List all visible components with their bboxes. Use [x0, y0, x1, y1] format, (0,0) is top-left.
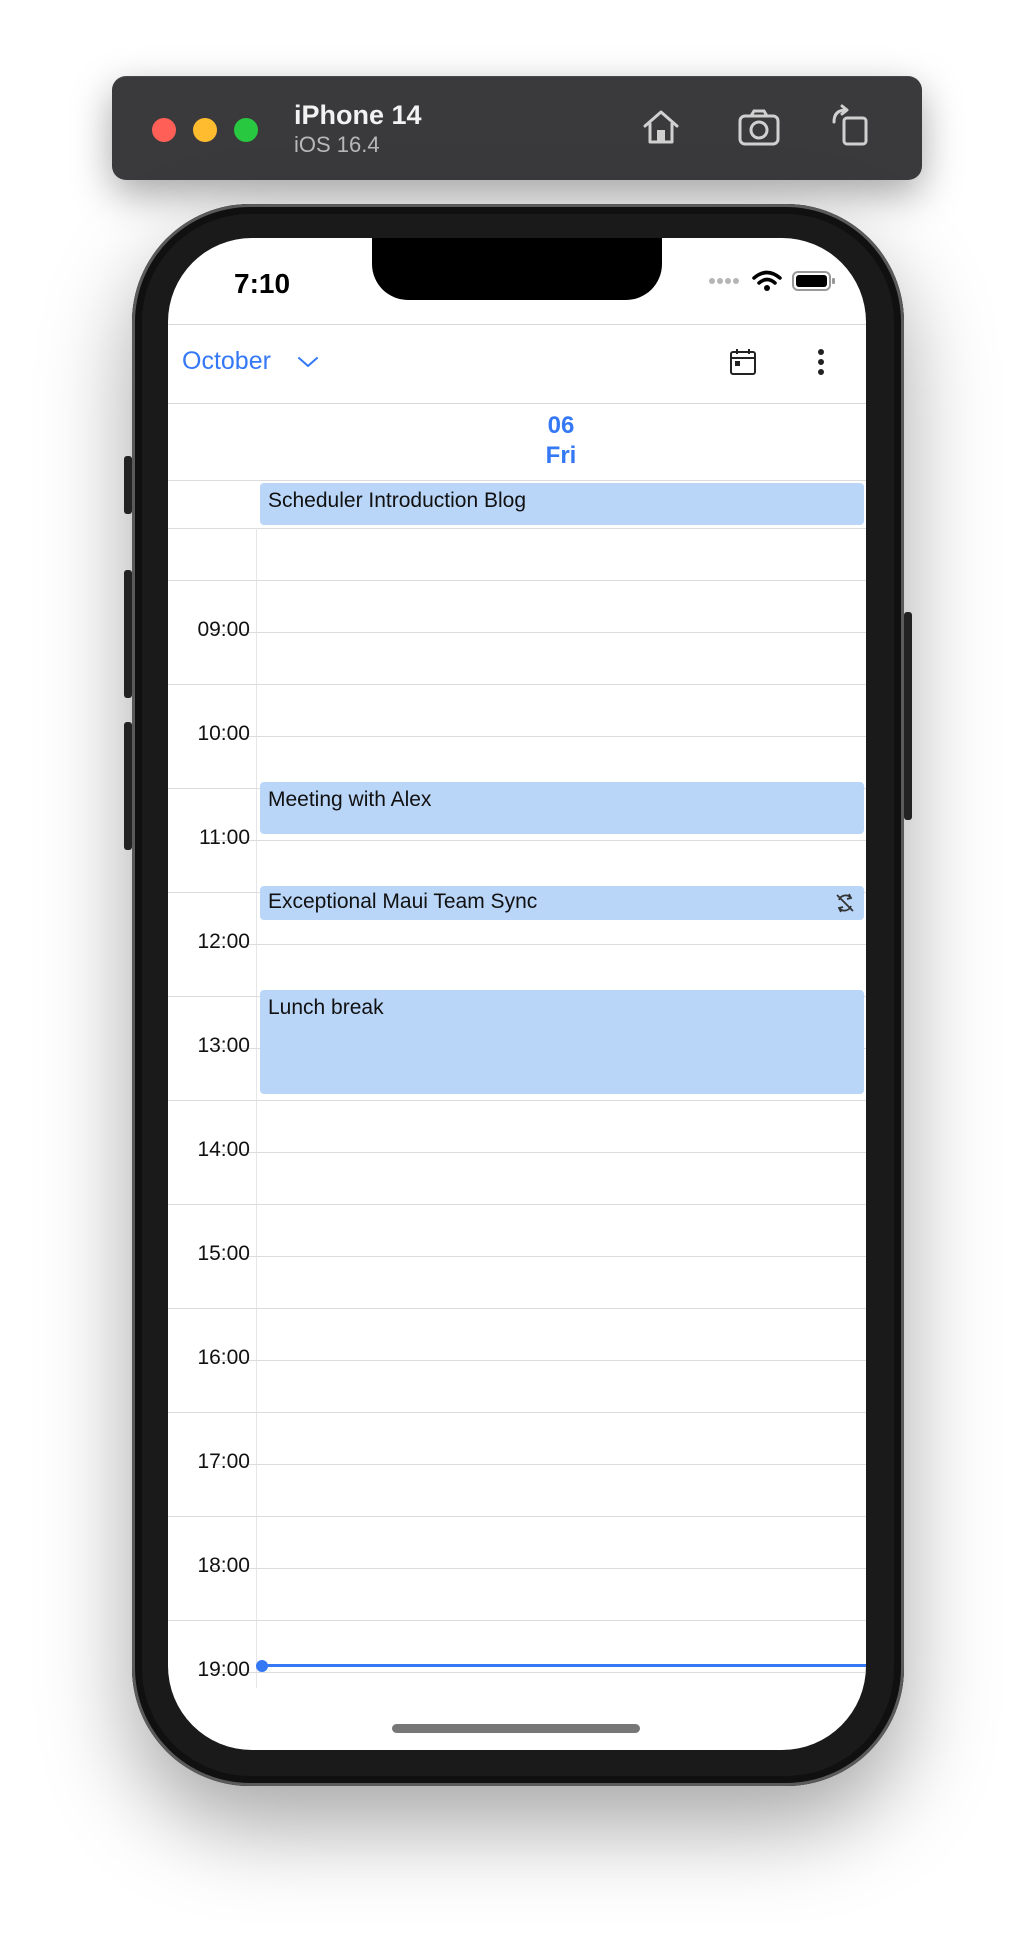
day-number: 06 — [547, 412, 575, 439]
event-title: Meeting with Alex — [268, 788, 432, 811]
rotate-button[interactable] — [828, 104, 874, 150]
all-day-row: Scheduler Introduction Blog — [168, 480, 866, 529]
notch — [372, 238, 662, 300]
signal-icon — [709, 278, 739, 284]
half-hour-line — [212, 1152, 866, 1153]
day-header[interactable]: 06 Fri — [168, 404, 866, 481]
half-hour-line — [212, 944, 866, 945]
month-picker-button[interactable]: October — [182, 347, 319, 376]
day-name: Fri — [545, 442, 577, 469]
event-title: Lunch break — [268, 996, 384, 1019]
calendar-icon — [730, 349, 756, 375]
half-hour-line — [212, 1256, 866, 1257]
volume-down-button — [124, 722, 132, 850]
device-name: iPhone 14 — [294, 100, 422, 130]
day-timeline[interactable]: 09:00 10:00 11:00 12:00 13:00 14:00 15:0… — [168, 528, 866, 1688]
zoom-window-button[interactable] — [234, 118, 258, 142]
hour-line — [168, 1620, 866, 1621]
half-hour-line — [212, 632, 866, 633]
home-indicator[interactable] — [392, 1724, 640, 1733]
half-hour-line — [212, 1464, 866, 1465]
half-hour-line — [212, 1360, 866, 1361]
time-label: 14:00 — [197, 1138, 250, 1161]
month-label: October — [182, 347, 271, 375]
home-icon — [643, 110, 679, 144]
current-time-line — [262, 1664, 866, 1667]
hour-line — [168, 1516, 866, 1517]
hour-line — [168, 1308, 866, 1309]
time-label: 17:00 — [197, 1450, 250, 1473]
home-button[interactable] — [638, 104, 684, 150]
time-label: 15:00 — [197, 1242, 250, 1265]
wifi-icon — [752, 270, 782, 291]
time-label: 13:00 — [197, 1034, 250, 1057]
hour-line — [168, 580, 866, 581]
hour-line — [168, 1412, 866, 1413]
screenshot-button[interactable] — [736, 104, 782, 150]
time-label: 19:00 — [197, 1658, 250, 1681]
all-day-event[interactable]: Scheduler Introduction Blog — [260, 483, 864, 525]
event-meeting-with-alex[interactable]: Meeting with Alex — [260, 782, 864, 834]
recurrence-exception-icon — [836, 893, 854, 913]
mute-switch — [124, 456, 132, 514]
hour-line — [168, 684, 866, 685]
volume-up-button — [124, 570, 132, 698]
close-window-button[interactable] — [152, 118, 176, 142]
chevron-down-icon — [297, 356, 318, 367]
event-title: Exceptional Maui Team Sync — [268, 890, 538, 913]
time-label: 12:00 — [197, 930, 250, 953]
minimize-window-button[interactable] — [193, 118, 217, 142]
more-vertical-icon — [818, 349, 824, 375]
time-label: 16:00 — [197, 1346, 250, 1369]
time-column-divider — [256, 528, 257, 1688]
time-label: 11:00 — [199, 826, 250, 849]
more-options-button[interactable] — [806, 347, 836, 377]
event-lunch-break[interactable]: Lunch break — [260, 990, 864, 1094]
phone-screen: 7:10 October 06 Fri Scheduler Introducti… — [168, 238, 866, 1750]
simulator-toolbar: iPhone 14 iOS 16.4 — [112, 76, 922, 180]
rotate-icon — [832, 104, 868, 146]
event-exceptional-maui-team-sync[interactable]: Exceptional Maui Team Sync — [260, 886, 864, 920]
status-time: 7:10 — [234, 268, 291, 299]
calendar-header: October — [168, 324, 866, 404]
status-icons — [708, 270, 836, 292]
half-hour-line — [212, 840, 866, 841]
time-label: 10:00 — [197, 722, 250, 745]
half-hour-line — [212, 736, 866, 737]
time-label: 18:00 — [197, 1554, 250, 1577]
hour-line — [168, 1100, 866, 1101]
today-button[interactable] — [728, 347, 758, 377]
half-hour-line — [212, 1568, 866, 1569]
camera-icon — [738, 109, 780, 146]
time-label: 09:00 — [197, 618, 250, 641]
os-version: iOS 16.4 — [294, 132, 380, 157]
hour-line — [168, 1204, 866, 1205]
half-hour-line — [212, 1672, 866, 1673]
battery-icon — [792, 271, 835, 291]
power-button — [904, 612, 912, 820]
